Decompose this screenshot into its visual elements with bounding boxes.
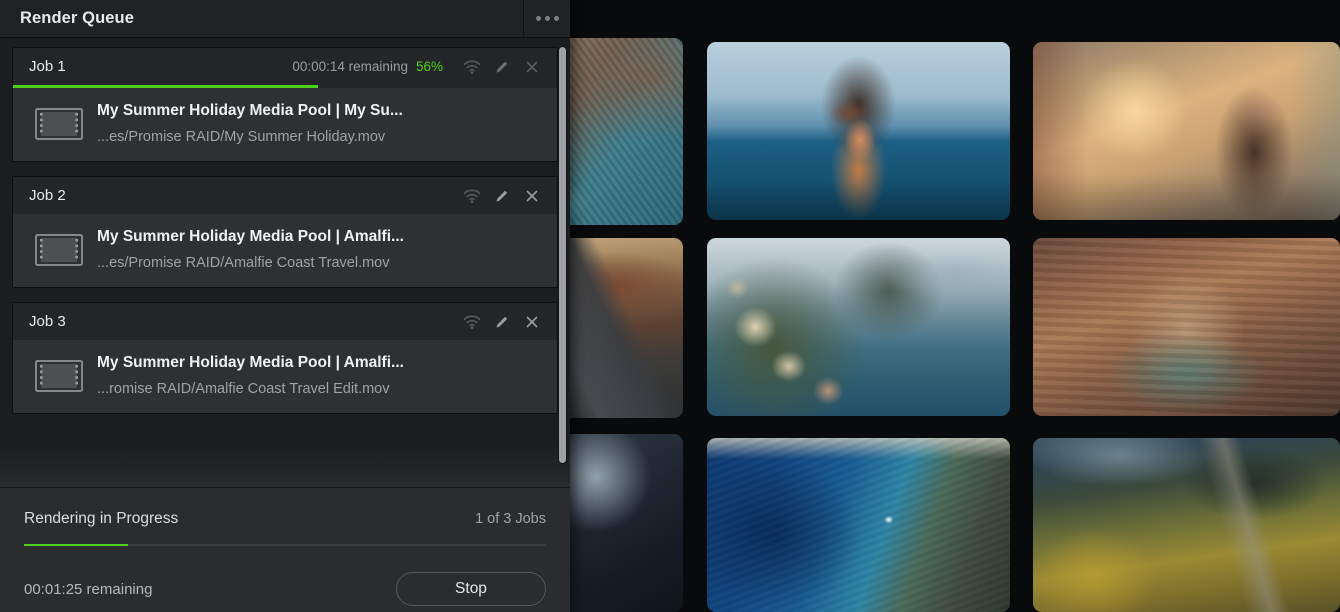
job-card[interactable]: Job 1 00:00:14 remaining 56% My Summer H…: [12, 47, 558, 162]
ellipsis-dot-icon: [544, 16, 550, 21]
job-name: Job 3: [29, 313, 66, 330]
job-output-path: ...es/Promise RAID/Amalfie Coast Travel.…: [97, 255, 390, 271]
job-card-header: Job 1 00:00:14 remaining 56%: [13, 48, 557, 85]
render-queue-panel: Render Queue Job 1 00:00:14 remaining 56…: [0, 0, 570, 612]
job-card-body: My Summer Holiday Media Pool | My Su... …: [13, 88, 557, 161]
media-thumbnail-amalfi-coast-town[interactable]: [707, 238, 1010, 416]
stop-button[interactable]: Stop: [396, 572, 546, 606]
render-status-label: Rendering in Progress: [24, 510, 179, 527]
list-bottom-fade: [0, 443, 570, 487]
job-card-body: My Summer Holiday Media Pool | Amalfi...…: [13, 340, 557, 413]
job-list[interactable]: Job 1 00:00:14 remaining 56% My Summer H…: [0, 38, 570, 487]
job-name: Job 2: [29, 187, 66, 204]
job-name: Job 1: [29, 58, 66, 75]
job-progress-fill: [13, 85, 318, 88]
job-output-path: ...es/Promise RAID/My Summer Holiday.mov: [97, 129, 386, 145]
job-card-body: My Summer Holiday Media Pool | Amalfi...…: [13, 214, 557, 287]
job-time-remaining: 00:00:14 remaining: [292, 59, 408, 74]
media-thumbnail-city-street-selfie[interactable]: [1033, 42, 1340, 220]
job-card-header: Job 2: [13, 177, 557, 214]
film-strip-icon: [35, 107, 83, 140]
job-list-scrollbar[interactable]: [558, 46, 567, 464]
app-root: Render Queue Job 1 00:00:14 remaining 56…: [0, 0, 1340, 612]
media-thumbnail-autumn-mountain-road[interactable]: [1033, 438, 1340, 612]
job-card[interactable]: Job 2 My Summer Holiday Media Pool | Ama…: [12, 176, 558, 288]
media-thumbnail-woman-by-the-sea[interactable]: [707, 42, 1010, 220]
film-strip-icon: [35, 233, 83, 266]
panel-title: Render Queue: [20, 9, 134, 27]
broadcast-icon[interactable]: [457, 309, 487, 335]
broadcast-icon[interactable]: [457, 54, 487, 80]
jobs-count-label: 1 of 3 Jobs: [475, 511, 546, 527]
job-progress-bar: [13, 85, 557, 88]
ellipsis-dot-icon: [535, 16, 541, 21]
panel-header: Render Queue: [0, 0, 570, 38]
close-icon[interactable]: [517, 309, 547, 335]
job-render-title: My Summer Holiday Media Pool | My Su...: [97, 102, 403, 119]
broadcast-icon[interactable]: [457, 183, 487, 209]
pencil-icon[interactable]: [487, 309, 517, 335]
overall-progress-bar: [24, 544, 546, 546]
close-icon[interactable]: [517, 54, 547, 80]
media-thumbnail-blue-bay-sailboat[interactable]: [707, 438, 1010, 612]
job-render-title: My Summer Holiday Media Pool | Amalfi...: [97, 354, 404, 371]
pencil-icon[interactable]: [487, 183, 517, 209]
overflow-menu-button[interactable]: [524, 0, 570, 37]
close-icon[interactable]: [517, 183, 547, 209]
job-output-path: ...romise RAID/Amalfie Coast Travel Edit…: [97, 381, 390, 397]
job-card-header: Job 3: [13, 303, 557, 340]
job-card[interactable]: Job 3 My Summer Holiday Media Pool | Ama…: [12, 302, 558, 414]
render-status-footer: Rendering in Progress 1 of 3 Jobs 00:01:…: [0, 487, 570, 612]
media-thumbnail-horseshoe-bend-canyon[interactable]: [1033, 238, 1340, 416]
film-strip-icon: [35, 359, 83, 392]
ellipsis-dot-icon: [553, 16, 559, 21]
pencil-icon[interactable]: [487, 54, 517, 80]
overall-time-remaining: 00:01:25 remaining: [24, 580, 153, 598]
job-percent: 56%: [415, 59, 443, 74]
overall-progress-fill: [24, 544, 129, 546]
job-render-title: My Summer Holiday Media Pool | Amalfi...: [97, 228, 404, 245]
